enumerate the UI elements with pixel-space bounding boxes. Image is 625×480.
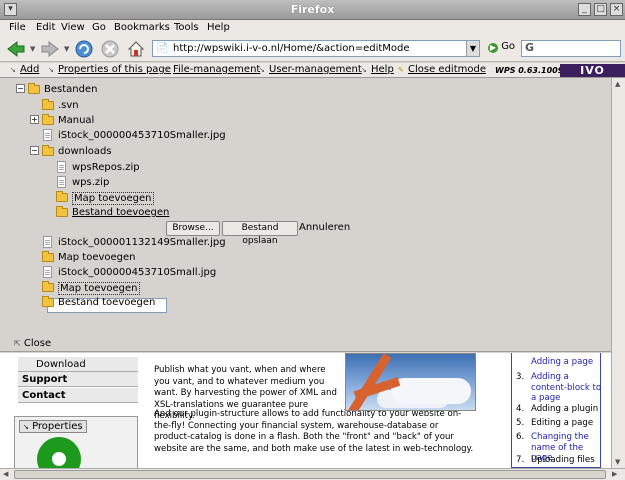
window-title: Firefox [290,3,335,16]
menu-go[interactable]: Go [92,22,106,33]
scrollbar-thumb[interactable] [14,470,606,479]
ivo-logo: IVO [560,64,625,77]
stop-icon[interactable] [100,39,120,59]
file-icon [43,266,52,278]
article-image[interactable] [345,353,476,411]
maximize-icon[interactable]: □ [594,3,607,16]
back-icon[interactable] [6,39,26,59]
reload-icon[interactable] [74,39,94,59]
close-panel-link[interactable]: ⇱ Close [14,338,51,349]
folder-icon [56,206,68,217]
collapse-toggle[interactable]: − [30,146,39,155]
collapse-toggle[interactable]: − [16,84,25,93]
arrow-icon: ↘ [163,66,169,74]
nav-link-download[interactable]: Download [18,357,138,372]
file-management-panel: − Bestanden .svn + Manual iStock_0000004… [0,78,611,352]
wps-version: WPS 0.63.1009 [495,66,564,75]
folder-icon [42,145,54,156]
file-icon [43,236,52,248]
scroll-right-icon[interactable]: ▶ [612,470,617,478]
folder-icon [42,99,54,110]
close-window-icon[interactable]: × [610,3,623,16]
arrow-icon: ↘ [259,66,265,74]
arrow-icon: ↘ [10,66,16,74]
menu-tools[interactable]: Tools [174,22,199,33]
back-dropdown-icon[interactable]: ▼ [30,45,35,53]
browse-button[interactable]: Browse... [166,221,220,236]
expand-toggle[interactable]: + [30,115,39,124]
wps-toolbar: ↘ Add ↘ Properties of this page ↘ File-mana… [0,63,625,78]
go-label: Go [501,41,516,52]
page-content: Download Support Contact ↘ Properties Pu… [0,353,611,468]
folder-icon [28,83,40,94]
folder-icon [42,251,54,262]
nav-link-support[interactable]: Support [18,372,138,387]
steps-list: Adding a page 3. Adding a content-block t… [511,353,601,468]
file-icon [57,176,66,188]
folder-icon [42,296,54,307]
address-text: http://wpswiki.i-v-o.nl/Home/&action=edi… [173,43,410,54]
minimize-icon[interactable]: _ [578,3,591,16]
menu-help[interactable]: Help [207,22,230,33]
menu-bar: File Edit View Go Bookmarks Tools Help [0,20,625,36]
forward-dropdown-icon[interactable]: ▼ [64,45,69,53]
menu-file[interactable]: File [9,22,26,33]
close-panel-icon: ⇱ [14,339,21,348]
go-icon: ▶ [488,43,498,53]
cancel-link[interactable]: Annuleren [299,222,350,233]
search-input[interactable]: G [521,40,621,57]
scroll-left-icon[interactable]: ◀ [3,470,8,478]
address-dropdown-icon[interactable]: ▼ [466,41,479,56]
wps-file-management-button[interactable]: ↘ File-management [163,64,260,75]
wps-user-management-button[interactable]: ↘ User-management [259,64,362,75]
properties-box: ↘ Properties [14,416,138,468]
properties-tab[interactable]: ↘ Properties [19,420,87,433]
title-bar: ▾ Firefox _ □ × [0,0,625,20]
arrow-icon: ↘ [23,423,29,431]
wps-add-button[interactable]: ↘ Add [10,64,39,75]
wps-help-button[interactable]: ↘ Help [361,64,394,75]
article-paragraph: And our plugin-structure allows to add f… [154,409,474,454]
menu-view[interactable]: View [61,22,85,33]
file-icon [43,129,52,141]
menu-edit[interactable]: Edit [36,22,55,33]
arrow-icon: ↘ [48,66,54,74]
save-file-button[interactable]: Bestand opslaan [222,221,298,246]
home-icon[interactable] [126,39,146,59]
scroll-up-icon[interactable]: ▲ [615,80,620,88]
forward-icon[interactable] [40,39,60,59]
scroll-down-icon[interactable]: ▼ [615,458,620,466]
cloud-shape [391,378,471,404]
nav-link-contact[interactable]: Contact [18,388,138,403]
wps-properties-button[interactable]: ↘ Properties of this page [48,64,171,75]
file-icon [57,161,66,173]
menu-bookmarks[interactable]: Bookmarks [114,22,170,33]
wps-close-editmode-button[interactable]: ✎ Close editmode [398,64,486,75]
folder-icon [56,191,68,202]
folder-icon [42,281,54,292]
page-icon: 📄 [156,43,169,54]
pencil-icon: ✎ [398,66,404,74]
go-button[interactable]: ▶ Go [488,41,515,56]
horizontal-scrollbar[interactable]: ◀ ▶ [0,468,625,480]
vertical-scrollbar[interactable]: ▲ ▼ [611,78,625,468]
arrow-icon: ↘ [361,66,367,74]
folder-icon [42,114,54,125]
address-bar[interactable]: 📄 http://wpswiki.i-v-o.nl/Home/&action=e… [152,40,480,57]
green-ring-icon [37,437,81,468]
